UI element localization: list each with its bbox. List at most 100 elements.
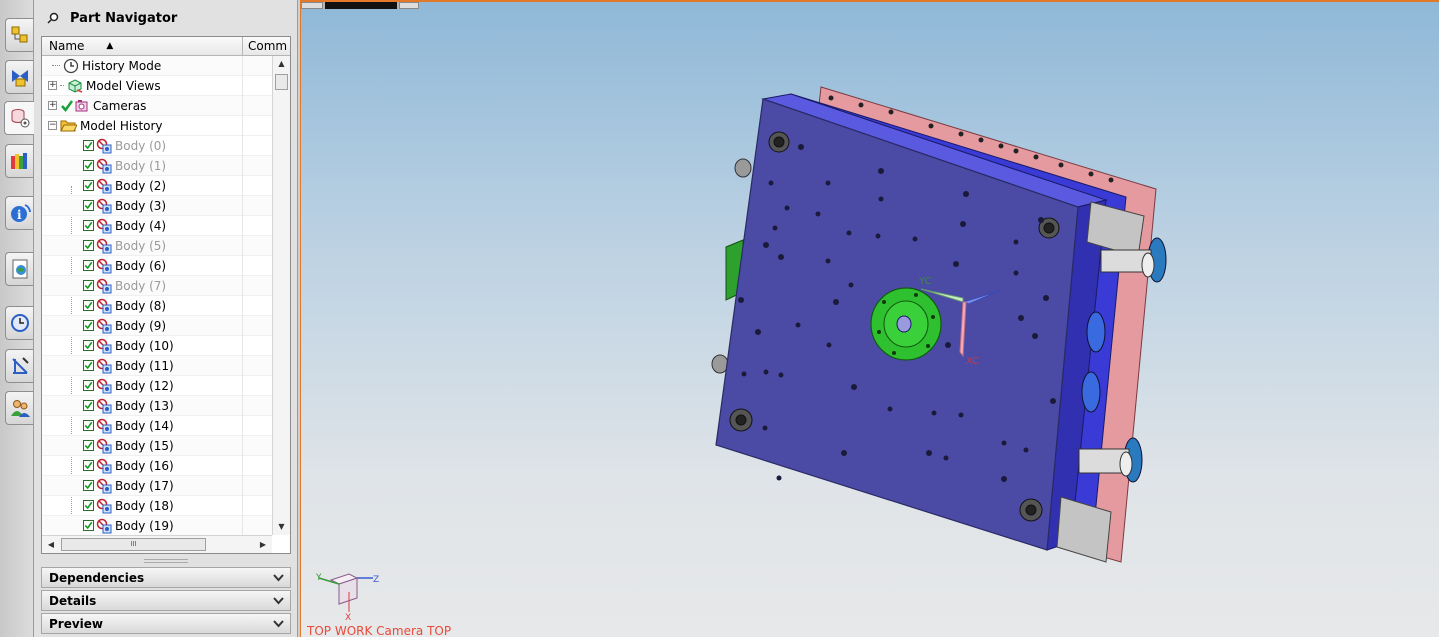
body-feature-icon: [96, 438, 112, 453]
visibility-checkbox[interactable]: [83, 140, 94, 151]
tree-node-body[interactable]: Body (5): [42, 236, 272, 256]
panel-splitter-grip[interactable]: [144, 559, 188, 563]
scroll-up-arrow[interactable]: ▲: [273, 56, 290, 72]
pin-icon[interactable]: [46, 11, 60, 25]
tree-node-body[interactable]: Body (13): [42, 396, 272, 416]
constraint-navigator-icon: [11, 70, 28, 87]
visibility-checkbox[interactable]: [83, 420, 94, 431]
dependencies-section[interactable]: Dependencies: [41, 567, 291, 588]
tree-node-body[interactable]: Body (19): [42, 516, 272, 535]
checkmark-icon: [84, 141, 93, 150]
tree-node-label: Body (8): [115, 298, 167, 313]
history-tab[interactable]: [5, 306, 33, 340]
svg-text:i: i: [17, 208, 22, 222]
tree-node-label: Body (13): [115, 398, 174, 413]
navigator-title: Part Navigator: [70, 10, 178, 26]
tree-node-body[interactable]: Body (14): [42, 416, 272, 436]
web-browser-tab[interactable]: [5, 252, 33, 286]
tree-node-model-views[interactable]: + Model Views: [42, 76, 272, 96]
tree-node-body[interactable]: Body (4): [42, 216, 272, 236]
reuse-library-tab[interactable]: [5, 144, 33, 178]
tree-node-body[interactable]: Body (2): [42, 176, 272, 196]
scroll-down-arrow[interactable]: ▼: [273, 519, 290, 535]
details-section[interactable]: Details: [41, 590, 291, 611]
visibility-checkbox[interactable]: [83, 340, 94, 351]
tree-node-model-history[interactable]: − Model History: [42, 116, 272, 136]
visibility-checkbox[interactable]: [83, 320, 94, 331]
horizontal-scrollbar[interactable]: ◀ III ▶: [42, 535, 272, 553]
tree-node-body[interactable]: Body (10): [42, 336, 272, 356]
visibility-checkbox[interactable]: [83, 400, 94, 411]
tree-node-body[interactable]: Body (16): [42, 456, 272, 476]
scroll-left-arrow[interactable]: ◀: [44, 536, 58, 553]
scroll-thumb[interactable]: [275, 74, 288, 90]
expand-toggle[interactable]: +: [48, 101, 57, 110]
tree-node-body[interactable]: Body (1): [42, 156, 272, 176]
column-header-comment[interactable]: Comm: [243, 37, 287, 55]
resource-bar: i: [0, 0, 35, 637]
visibility-checkbox[interactable]: [83, 380, 94, 391]
assembly-navigator-tab[interactable]: [5, 18, 33, 52]
tree-node-body[interactable]: Body (6): [42, 256, 272, 276]
visibility-checkbox[interactable]: [83, 520, 94, 531]
part-navigator-tab[interactable]: [4, 101, 35, 135]
checkmark-icon[interactable]: [60, 99, 74, 113]
visibility-checkbox[interactable]: [83, 440, 94, 451]
assembly-navigator-icon: [11, 26, 27, 43]
hd3d-tools-icon: i: [10, 204, 31, 222]
tree-node-body[interactable]: Body (11): [42, 356, 272, 376]
body-feature-icon: [96, 238, 112, 253]
triad-x-label: X: [345, 613, 351, 622]
part-navigator-panel: Part Navigator Name ▲ Comm History Mode …: [34, 0, 298, 637]
web-browser-icon: [12, 259, 27, 279]
tree-node-body[interactable]: Body (8): [42, 296, 272, 316]
mold-assembly-model[interactable]: YC XC: [301, 2, 1439, 637]
body-feature-icon: [96, 178, 112, 193]
tree-node-body[interactable]: Body (12): [42, 376, 272, 396]
visibility-checkbox[interactable]: [83, 300, 94, 311]
tree-node-body[interactable]: Body (18): [42, 496, 272, 516]
visibility-checkbox[interactable]: [83, 200, 94, 211]
scroll-thumb[interactable]: III: [61, 538, 206, 551]
visibility-checkbox[interactable]: [83, 180, 94, 191]
scroll-right-arrow[interactable]: ▶: [256, 536, 270, 553]
expand-toggle[interactable]: +: [48, 81, 57, 90]
chevron-down-icon: [273, 620, 284, 628]
tree-node-body[interactable]: Body (0): [42, 136, 272, 156]
visibility-checkbox[interactable]: [83, 240, 94, 251]
checkmark-icon: [84, 161, 93, 170]
process-studio-tab[interactable]: [5, 349, 33, 383]
roles-tab[interactable]: [5, 391, 33, 425]
hd3d-tools-tab[interactable]: i: [5, 196, 33, 230]
tree-node-cameras[interactable]: + Cameras: [42, 96, 272, 116]
visibility-checkbox[interactable]: [83, 220, 94, 231]
body-feature-icon: [96, 418, 112, 433]
visibility-checkbox[interactable]: [83, 480, 94, 491]
navigator-tree[interactable]: Name ▲ Comm History Mode + Model Views +…: [41, 36, 291, 554]
sort-ascending-icon: ▲: [106, 41, 114, 51]
tree-node-body[interactable]: Body (9): [42, 316, 272, 336]
visibility-checkbox[interactable]: [83, 500, 94, 511]
visibility-checkbox[interactable]: [83, 280, 94, 291]
preview-section[interactable]: Preview: [41, 613, 291, 634]
tree-node-history-mode[interactable]: History Mode: [42, 56, 272, 76]
column-header-name[interactable]: Name ▲: [42, 37, 243, 55]
tree-node-label: Body (2): [115, 178, 167, 193]
tree-node-body[interactable]: Body (17): [42, 476, 272, 496]
tree-node-body[interactable]: Body (3): [42, 196, 272, 216]
visibility-checkbox[interactable]: [83, 460, 94, 471]
visibility-checkbox[interactable]: [83, 360, 94, 371]
body-feature-icon: [96, 158, 112, 173]
collapse-toggle[interactable]: −: [48, 121, 57, 130]
vertical-scrollbar[interactable]: ▲ ▼: [272, 56, 290, 535]
history-icon: [10, 314, 29, 332]
visibility-checkbox[interactable]: [83, 160, 94, 171]
triad-z-label: Z: [373, 575, 379, 585]
graphics-window[interactable]: YC XC Y Z X TOP WORK Camera TOP: [300, 0, 1439, 637]
tree-node-body[interactable]: Body (7): [42, 276, 272, 296]
visibility-checkbox[interactable]: [83, 260, 94, 271]
tree-node-body[interactable]: Body (15): [42, 436, 272, 456]
constraint-navigator-tab[interactable]: [5, 60, 33, 94]
tree-node-label: Cameras: [93, 98, 147, 113]
tree-node-label: Body (3): [115, 198, 167, 213]
